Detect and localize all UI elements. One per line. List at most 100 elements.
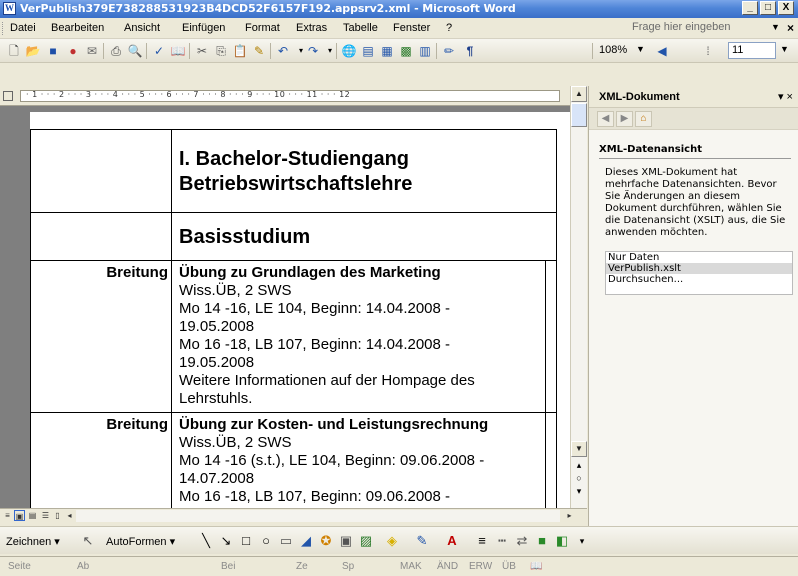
print-layout-icon[interactable]: ▤ <box>27 510 38 521</box>
line-color-icon[interactable]: ✎ <box>414 533 430 549</box>
status-overtype[interactable]: ÜB <box>502 561 516 572</box>
scroll-down-icon[interactable]: ▼ <box>571 441 587 457</box>
wordart-icon[interactable]: ◢ <box>298 533 314 549</box>
reading-view-icon[interactable]: ▯ <box>52 510 63 521</box>
help-dropdown-icon[interactable]: ▼ <box>771 22 780 32</box>
rectangle-icon[interactable]: □ <box>238 533 254 549</box>
scroll-left-icon[interactable]: ◂ <box>64 510 75 521</box>
tables-borders-icon[interactable]: ▤ <box>360 43 376 59</box>
scroll-right-icon[interactable]: ▸ <box>564 510 575 521</box>
arrow-style-icon[interactable]: ⇄ <box>514 533 530 549</box>
status-track-changes[interactable]: ÄND <box>437 561 458 572</box>
maximize-button[interactable]: □ <box>760 1 776 15</box>
new-document-icon[interactable]: 🗋 <box>6 43 22 59</box>
spelling-icon[interactable]: ✓ <box>151 43 167 59</box>
menu-help[interactable]: ? <box>446 22 452 34</box>
home-icon[interactable]: ⌂ <box>635 111 652 127</box>
select-objects-icon[interactable]: ↖ <box>80 533 96 549</box>
menu-einfuegen[interactable]: Einfügen <box>182 22 225 34</box>
menu-fenster[interactable]: Fenster <box>393 22 430 34</box>
3d-style-icon[interactable]: ◧ <box>554 533 570 549</box>
research-icon[interactable]: 📖 <box>170 43 186 59</box>
close-button[interactable]: X <box>778 1 794 15</box>
autoshapes-button[interactable]: AutoFormen ▾ <box>106 535 175 548</box>
drawing-toggle-icon[interactable]: ✏ <box>441 43 457 59</box>
redo-icon[interactable]: ↷ <box>305 43 321 59</box>
zoom-field[interactable]: 108% <box>597 42 637 59</box>
paste-icon[interactable]: 📋 <box>232 43 248 59</box>
horizontal-ruler[interactable]: · 1 · · · 2 · · · 3 · · · 4 · · · 5 · · … <box>0 86 570 106</box>
columns-icon[interactable]: ▥ <box>417 43 433 59</box>
menu-bearbeiten[interactable]: Bearbeiten <box>51 22 104 34</box>
draw-menu-button[interactable]: Zeichnen ▾ <box>6 535 60 548</box>
word-app-icon[interactable]: W <box>3 2 16 15</box>
undo-icon[interactable]: ↶ <box>275 43 291 59</box>
menu-ansicht[interactable]: Ansicht <box>124 22 160 34</box>
status-section: Ab <box>77 561 90 572</box>
forward-icon[interactable]: ▶ <box>616 111 633 127</box>
show-hide-icon[interactable]: ¶ <box>462 43 478 59</box>
menu-grip[interactable] <box>2 22 5 35</box>
permission-icon[interactable]: ● <box>65 43 81 59</box>
list-item[interactable]: Nur Daten <box>606 252 792 263</box>
oval-icon[interactable]: ○ <box>258 533 274 549</box>
task-pane-controls[interactable]: ▾ × <box>778 90 793 103</box>
picture-icon[interactable]: ▨ <box>358 533 374 549</box>
list-item[interactable]: Durchsuchen... <box>606 274 792 285</box>
horizontal-scroll-track[interactable] <box>76 510 560 522</box>
diagram-icon[interactable]: ✪ <box>318 533 334 549</box>
list-item-selected[interactable]: VerPublish.xslt <box>606 263 792 274</box>
toolbar-options-icon[interactable]: ▾ <box>574 533 590 549</box>
hyperlink-icon[interactable]: 🌐 <box>341 43 357 59</box>
document-page[interactable]: I. Bachelor-Studiengang Betriebswirtscha… <box>30 112 570 508</box>
next-page-icon[interactable]: ▾ <box>571 485 587 497</box>
insert-excel-icon[interactable]: ▩ <box>398 43 414 59</box>
minimize-button[interactable]: _ <box>742 1 758 15</box>
scroll-up-icon[interactable]: ▲ <box>571 86 587 102</box>
font-size-field[interactable]: 11 <box>728 42 776 59</box>
read-icon[interactable]: ◀ <box>654 43 670 59</box>
zoom-dropdown-icon[interactable]: ▼ <box>636 44 645 54</box>
line-icon[interactable]: ╲ <box>198 533 214 549</box>
format-painter-icon[interactable]: ✎ <box>251 43 267 59</box>
email-icon[interactable]: ✉ <box>84 43 100 59</box>
vertical-scrollbar[interactable]: ▲ ▼ ▴ ○ ▾ <box>570 86 587 508</box>
open-icon[interactable]: 📂 <box>25 43 41 59</box>
textbox-icon[interactable]: ▭ <box>278 533 294 549</box>
status-extend[interactable]: ERW <box>469 561 492 572</box>
menu-extras[interactable]: Extras <box>296 22 327 34</box>
dash-style-icon[interactable]: ┅ <box>494 533 510 549</box>
normal-view-icon[interactable]: ≡ <box>2 510 13 521</box>
prev-page-icon[interactable]: ▴ <box>571 459 587 471</box>
insert-table-icon[interactable]: ▦ <box>379 43 395 59</box>
save-icon[interactable]: ■ <box>45 43 61 59</box>
cut-icon[interactable]: ✂ <box>194 43 210 59</box>
menu-tabelle[interactable]: Tabelle <box>343 22 378 34</box>
menu-format[interactable]: Format <box>245 22 280 34</box>
back-icon[interactable]: ◀ <box>597 111 614 127</box>
print-preview-icon[interactable]: 🔍 <box>127 43 143 59</box>
print-icon[interactable]: ⎙ <box>108 43 124 59</box>
copy-icon[interactable]: ⎘ <box>213 43 229 59</box>
toolbar-separator <box>436 43 437 59</box>
outline-view-icon[interactable]: ☰ <box>40 510 51 521</box>
xslt-view-list[interactable]: Nur Daten VerPublish.xslt Durchsuchen... <box>605 251 793 295</box>
line-style-icon[interactable]: ≡ <box>474 533 490 549</box>
font-color-icon[interactable]: A <box>444 533 460 549</box>
toolbar-options-icon[interactable]: ⁞ <box>700 43 716 59</box>
clipart-icon[interactable]: ▣ <box>338 533 354 549</box>
tab-selector-icon[interactable] <box>3 91 13 101</box>
fill-color-icon[interactable]: ◈ <box>384 533 400 549</box>
spelling-status-icon[interactable]: 📖 <box>530 561 542 572</box>
category-label: Breitung <box>30 260 172 413</box>
scroll-thumb[interactable] <box>571 103 587 127</box>
shadow-style-icon[interactable]: ■ <box>534 533 550 549</box>
web-view-icon[interactable]: ▣ <box>14 510 25 521</box>
help-search-input[interactable]: Frage hier eingeben <box>630 20 780 36</box>
font-size-dropdown-icon[interactable]: ▼ <box>780 44 789 54</box>
arrow-icon[interactable]: ↘ <box>218 533 234 549</box>
menu-datei[interactable]: Datei <box>10 22 36 34</box>
status-macro[interactable]: MAK <box>400 561 422 572</box>
close-document-icon[interactable]: × <box>787 21 794 35</box>
browse-object-icon[interactable]: ○ <box>571 472 587 484</box>
